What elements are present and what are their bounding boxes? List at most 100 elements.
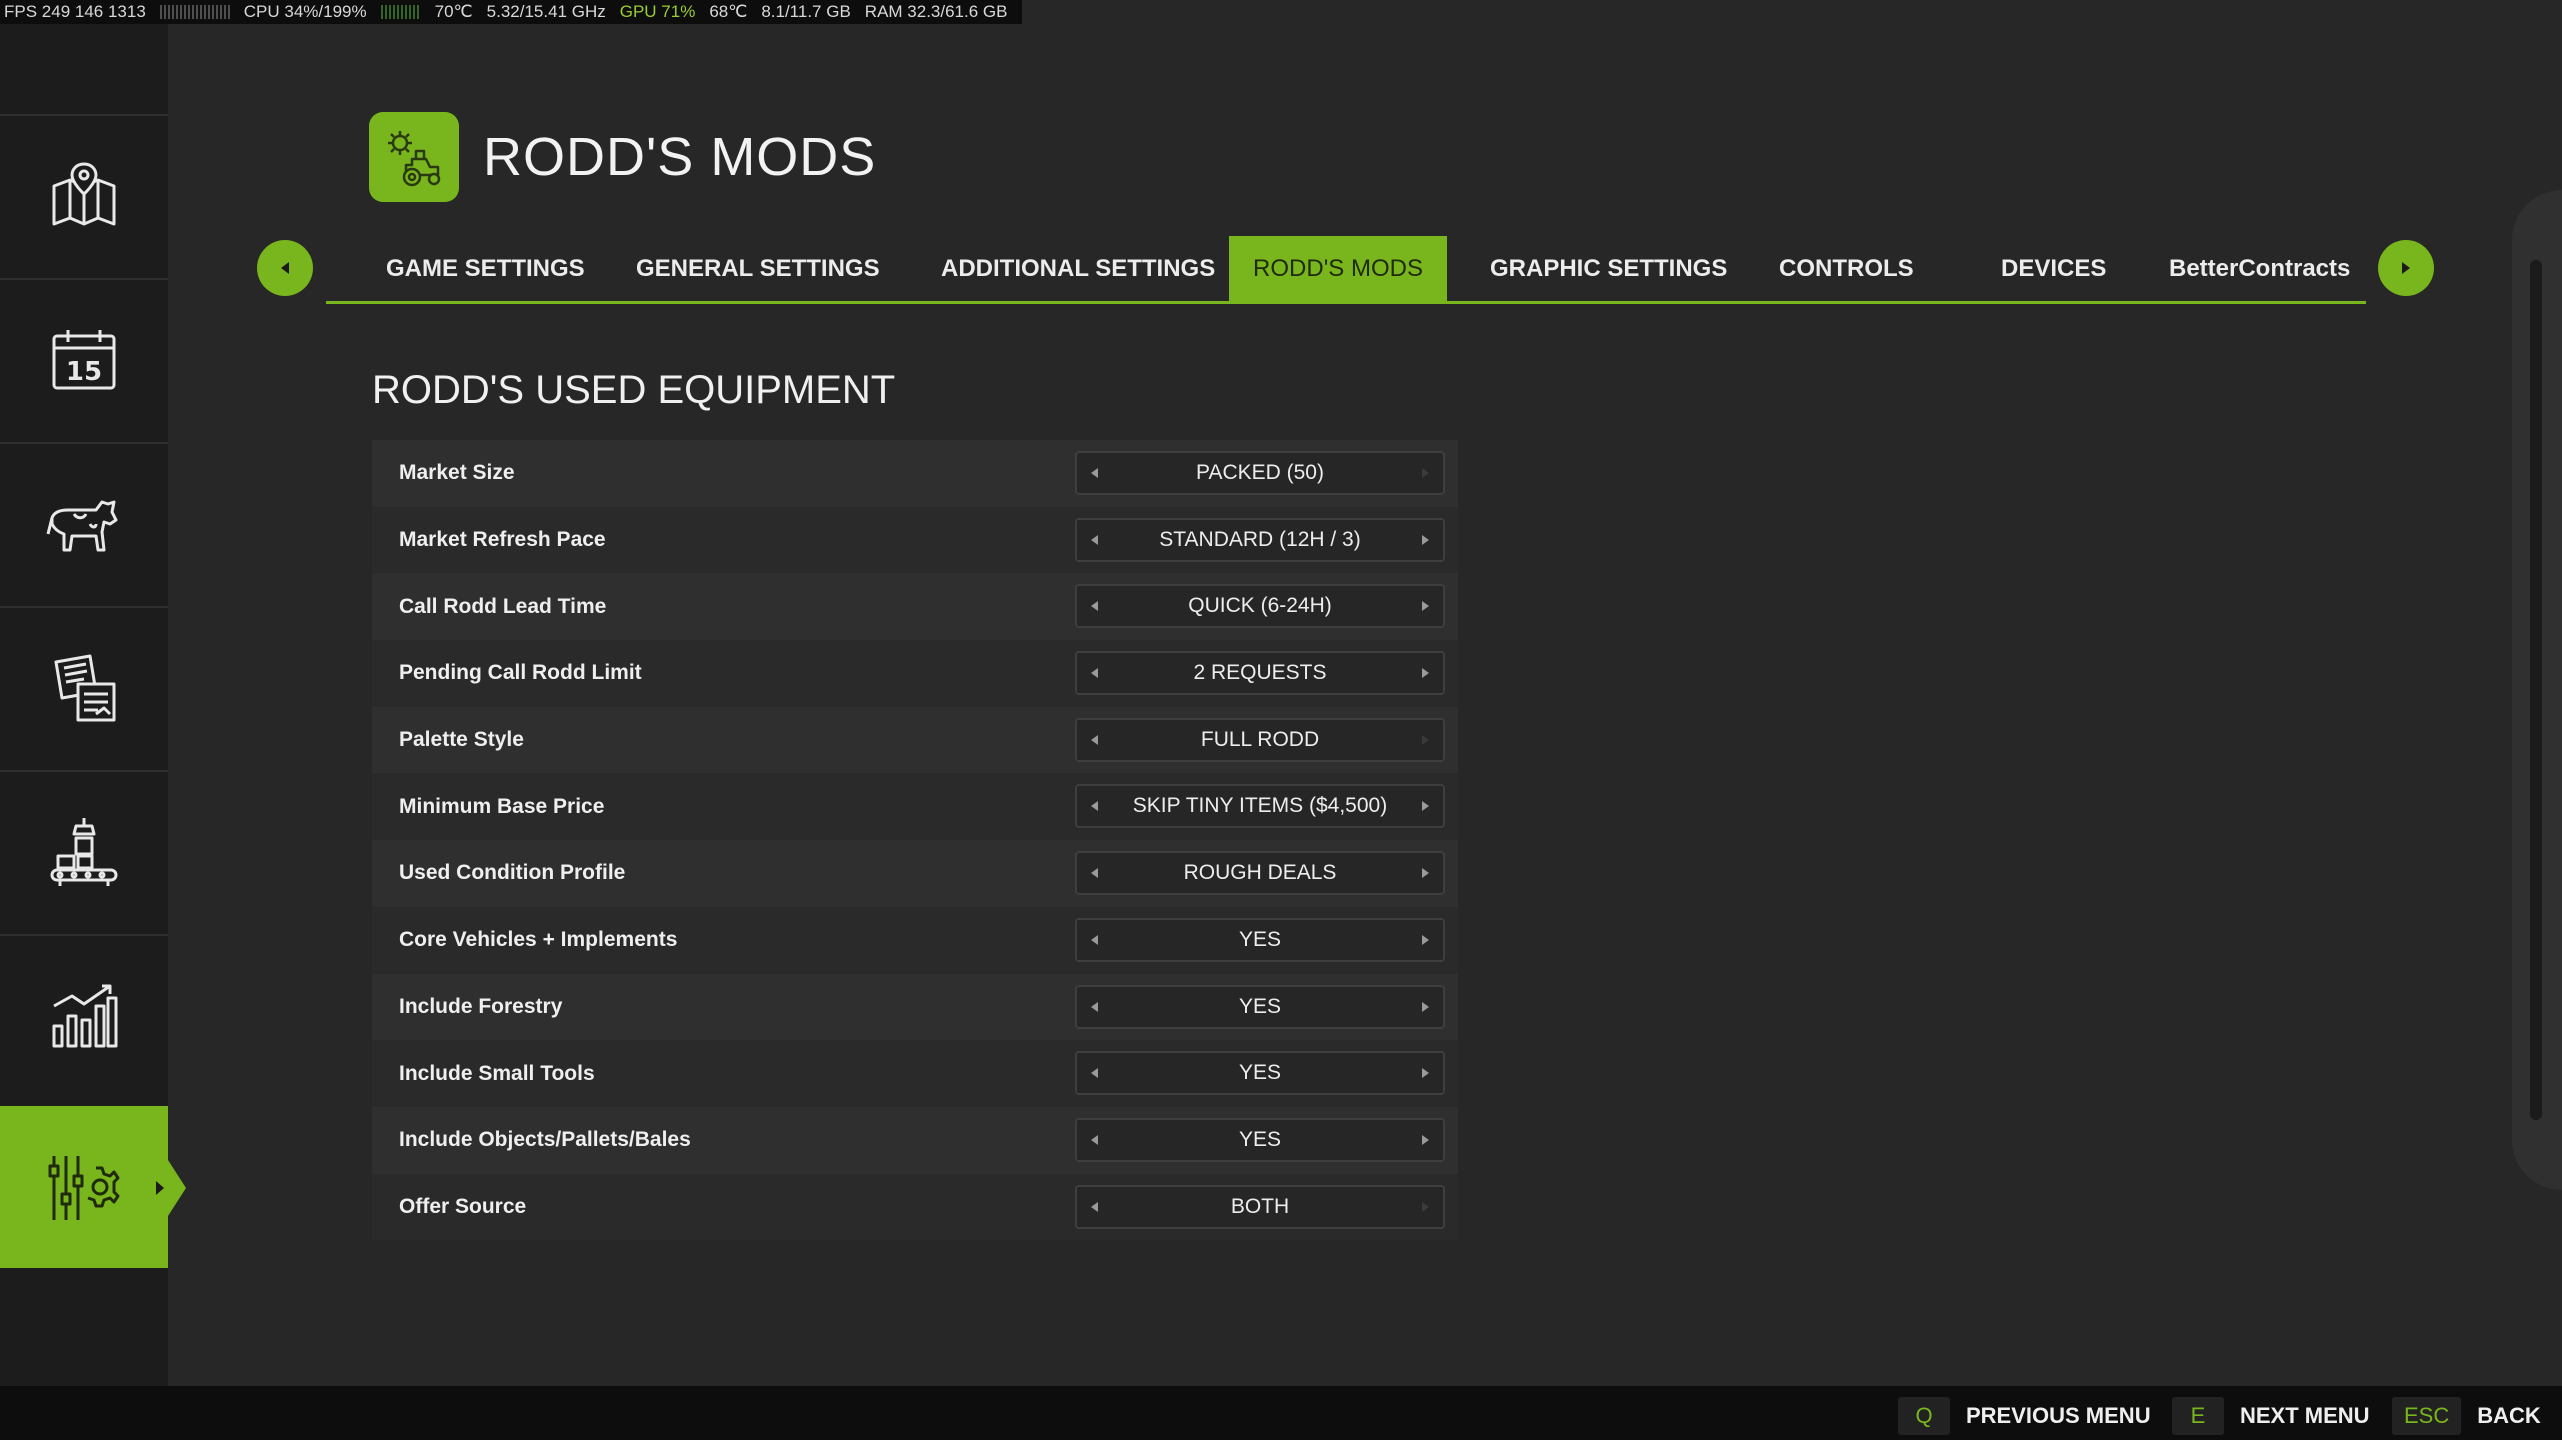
arrow-right-icon[interactable]	[1422, 1134, 1429, 1145]
arrow-right-icon[interactable]	[1422, 801, 1429, 812]
statistics-icon	[52, 984, 118, 1048]
arrow-right-icon[interactable]	[1422, 934, 1429, 945]
page-logo	[369, 112, 459, 202]
setting-row-core-vehicles-implements: Core Vehicles + Implements YES	[372, 906, 1458, 974]
map-icon	[52, 162, 116, 226]
tab-general-settings[interactable]: GENERAL SETTINGS	[608, 236, 908, 302]
setting-label: Palette Style	[399, 728, 524, 752]
sidebar-item-production[interactable]	[0, 770, 168, 932]
page-title: RODD'S MODS	[483, 127, 877, 187]
arrow-right-icon[interactable]	[1422, 868, 1429, 879]
arrow-left-icon[interactable]	[1091, 1068, 1098, 1079]
sidebar-item-animals[interactable]	[0, 442, 168, 604]
sidebar-item-statistics[interactable]	[0, 934, 168, 1096]
tab-bettercontracts[interactable]: BetterContracts	[2141, 236, 2378, 302]
setting-row-include-forestry: Include Forestry YES	[372, 973, 1458, 1041]
setting-value: YES	[1238, 1127, 1282, 1151]
performance-overlay: FPS 249 146 1313 CPU 34%/199% 70℃ 5.32/1…	[0, 0, 1022, 24]
pending-call-rodd-limit-selector[interactable]: 2 REQUESTS	[1075, 651, 1445, 696]
include-objects-pallets-bales-selector[interactable]: YES	[1075, 1117, 1445, 1162]
sidebar-item-map[interactable]	[0, 114, 168, 276]
setting-row-call-rodd-lead-time: Call Rodd Lead Time QUICK (6-24H)	[372, 573, 1458, 641]
minimum-base-price-selector[interactable]: SKIP TINY ITEMS ($4,500)	[1075, 784, 1445, 829]
market-refresh-pace-selector[interactable]: STANDARD (12H / 3)	[1075, 517, 1445, 562]
previous-menu-label: PREVIOUS MENU	[1966, 1403, 2151, 1428]
sidebar-item-calendar[interactable]: 15	[0, 278, 168, 440]
arrow-left-icon[interactable]	[1091, 934, 1098, 945]
arrow-right-icon	[1422, 1201, 1429, 1212]
arrow-left-icon[interactable]	[1091, 734, 1098, 745]
arrow-right-icon[interactable]	[1422, 1001, 1429, 1012]
include-forestry-selector[interactable]: YES	[1075, 984, 1445, 1029]
setting-value: SKIP TINY ITEMS ($4,500)	[1132, 794, 1388, 818]
key-e: E	[2172, 1397, 2224, 1435]
setting-value: YES	[1238, 927, 1282, 951]
setting-label: Market Refresh Pace	[399, 528, 606, 552]
arrow-left-icon[interactable]	[1091, 534, 1098, 545]
arrow-left-icon[interactable]	[1091, 1001, 1098, 1012]
key-q: Q	[1898, 1397, 1950, 1435]
arrow-right-icon[interactable]	[1422, 668, 1429, 679]
section-title: RODD'S USED EQUIPMENT	[372, 368, 896, 412]
calendar-icon: 15	[52, 330, 116, 390]
tab-additional-settings[interactable]: ADDITIONAL SETTINGS	[913, 236, 1243, 302]
settings-icon	[48, 1156, 120, 1220]
setting-row-minimum-base-price: Minimum Base Price SKIP TINY ITEMS ($4,5…	[372, 773, 1458, 841]
next-menu-hint[interactable]: E NEXT MENU	[2172, 1397, 2370, 1435]
arrow-left-icon[interactable]	[1091, 1134, 1098, 1145]
arrow-left-icon[interactable]	[1091, 468, 1098, 478]
offer-source-selector[interactable]: BOTH	[1075, 1184, 1445, 1229]
core-vehicles-implements-selector[interactable]: YES	[1075, 917, 1445, 962]
scrollbar-thumb[interactable]	[2530, 260, 2542, 1120]
cpu-clock-readout: 5.32/15.41 GHz	[486, 2, 606, 21]
arrow-left-icon[interactable]	[1091, 668, 1098, 679]
production-icon	[50, 818, 118, 886]
palette-style-selector[interactable]: FULL RODD	[1075, 717, 1445, 762]
tab-controls[interactable]: CONTROLS	[1751, 236, 1942, 302]
arrow-right-icon[interactable]	[1422, 601, 1429, 612]
arrow-right-icon	[1422, 468, 1429, 478]
setting-row-include-small-tools: Include Small Tools YES	[372, 1040, 1458, 1107]
setting-row-market-refresh-pace: Market Refresh Pace STANDARD (12H / 3)	[372, 506, 1458, 574]
arrow-left-icon[interactable]	[1091, 868, 1098, 879]
arrow-left-icon[interactable]	[1091, 801, 1098, 812]
setting-row-palette-style: Palette Style FULL RODD	[372, 706, 1458, 774]
tab-next-button[interactable]	[2378, 240, 2434, 296]
setting-value: 2 REQUESTS	[1193, 661, 1327, 685]
tab-devices[interactable]: DEVICES	[1973, 236, 2134, 302]
arrow-right-icon[interactable]	[1422, 1068, 1429, 1079]
gpu-temp-readout: 68℃	[709, 2, 748, 21]
arrow-right-icon[interactable]	[1422, 534, 1429, 545]
back-hint[interactable]: ESC BACK	[2392, 1397, 2541, 1435]
ram-readout: RAM 32.3/61.6 GB	[864, 2, 1008, 21]
include-small-tools-selector[interactable]: YES	[1075, 1051, 1445, 1096]
gpu-readout: GPU 71%	[619, 2, 696, 21]
used-condition-profile-selector[interactable]: ROUGH DEALS	[1075, 851, 1445, 896]
tab-bar: GAME SETTINGS GENERAL SETTINGS ADDITIONA…	[326, 236, 2366, 304]
vram-readout: 8.1/11.7 GB	[761, 2, 851, 21]
previous-menu-hint[interactable]: Q PREVIOUS MENU	[1898, 1397, 2151, 1435]
arrow-left-icon[interactable]	[1091, 1201, 1098, 1212]
back-label: BACK	[2477, 1403, 2541, 1428]
sidebar-item-contracts[interactable]	[0, 606, 168, 768]
cpu-graph	[380, 5, 421, 19]
setting-label: Pending Call Rodd Limit	[399, 661, 642, 685]
setting-row-offer-source: Offer Source BOTH	[372, 1173, 1458, 1241]
tab-game-settings[interactable]: GAME SETTINGS	[358, 236, 613, 302]
tab-graphic-settings[interactable]: GRAPHIC SETTINGS	[1462, 236, 1755, 302]
setting-label: Call Rodd Lead Time	[399, 594, 607, 618]
fps-readout: FPS 249 146 1313	[4, 2, 146, 21]
tab-rodds-mods[interactable]: RODD'S MODS	[1229, 236, 1447, 302]
setting-value: FULL RODD	[1200, 727, 1320, 751]
call-rodd-lead-time-selector[interactable]: QUICK (6-24H)	[1075, 584, 1445, 629]
setting-label: Include Forestry	[399, 994, 563, 1018]
sidebar-item-settings[interactable]	[0, 1106, 186, 1268]
arrow-left-icon[interactable]	[1091, 601, 1098, 612]
tab-prev-button[interactable]	[257, 240, 313, 296]
tractor-gear-icon	[388, 131, 441, 187]
setting-row-include-objects-pallets-bales: Include Objects/Pallets/Bales YES	[372, 1106, 1458, 1174]
setting-label: Minimum Base Price	[399, 794, 605, 818]
key-esc: ESC	[2392, 1397, 2462, 1435]
market-size-selector[interactable]: PACKED (50)	[1075, 451, 1445, 495]
cpu-temp-readout: 70℃	[434, 2, 473, 21]
